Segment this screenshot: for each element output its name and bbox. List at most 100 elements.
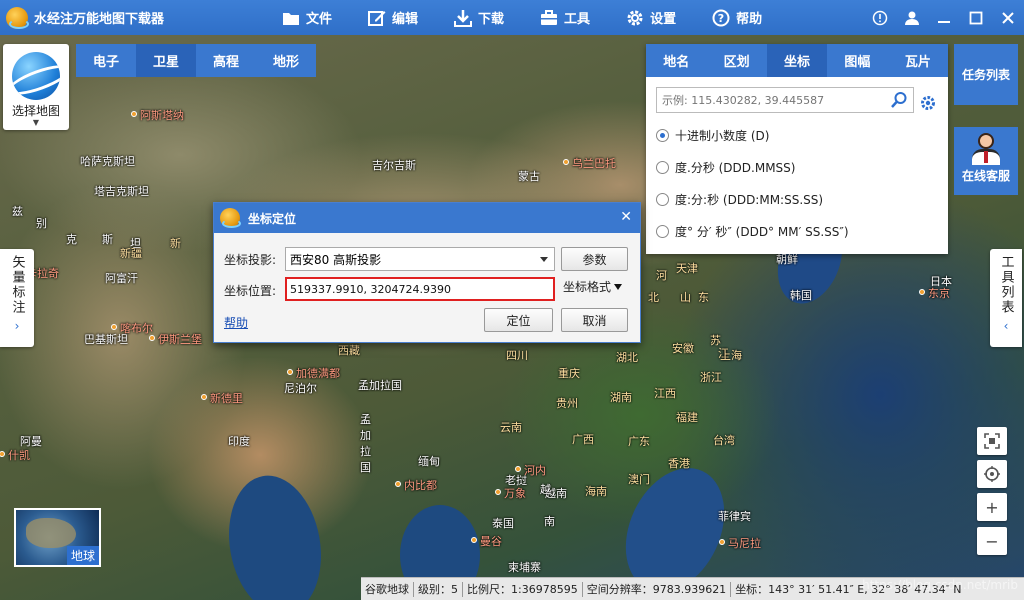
map-label: 克 bbox=[66, 233, 77, 246]
search-panel-tabs: 地名 区划 坐标 图幅 瓦片 bbox=[646, 44, 948, 77]
city-marker-icon bbox=[471, 537, 477, 543]
map-label: 香港 bbox=[668, 457, 690, 470]
globe-label: 地球 bbox=[66, 546, 99, 565]
map-label: 菲律宾 bbox=[718, 510, 751, 523]
chevron-down-icon bbox=[540, 257, 548, 262]
coordinate-format-options: 十进制小数度 (D) 度.分秒 (DDD.MMSS) 度:分:秒 (DDD:MM… bbox=[646, 119, 948, 247]
chevron-left-icon: ‹ bbox=[1003, 319, 1009, 333]
format-option-decimal[interactable]: 十进制小数度 (D) bbox=[656, 119, 948, 151]
info-icon[interactable] bbox=[864, 0, 896, 35]
tab-terrain[interactable]: 地形 bbox=[256, 44, 316, 77]
radio-button[interactable] bbox=[656, 160, 669, 174]
menu-download[interactable]: 下载 bbox=[454, 8, 504, 27]
select-map-button[interactable]: 选择地图 ▼ bbox=[3, 44, 69, 130]
fullscreen-button[interactable] bbox=[977, 427, 1007, 455]
menu-file[interactable]: 文件 bbox=[282, 8, 332, 27]
maximize-icon[interactable] bbox=[960, 0, 992, 35]
cancel-button[interactable]: 取消 bbox=[561, 308, 628, 332]
tool-list-text: 工具列表 bbox=[998, 255, 1014, 315]
menu-settings-label: 设置 bbox=[650, 12, 677, 27]
city-marker-icon bbox=[719, 539, 725, 545]
coordinate-format-dropdown[interactable]: 坐标格式 bbox=[563, 278, 623, 295]
format-option-ddd-mm-ss[interactable]: 度:分:秒 (DDD:MM:SS.SS) bbox=[656, 183, 948, 215]
svg-text:?: ? bbox=[718, 12, 724, 25]
tool-list-panel-toggle[interactable]: 工具列表 ‹ bbox=[990, 249, 1022, 347]
map-label: 柬埔寨 bbox=[508, 561, 541, 574]
locate-button[interactable] bbox=[977, 460, 1007, 488]
map-label: 海南 bbox=[585, 485, 607, 498]
close-icon[interactable]: ✕ bbox=[620, 209, 632, 225]
help-icon: ? bbox=[712, 9, 730, 27]
map-label: 苏 bbox=[710, 334, 721, 347]
tab-map-sheet[interactable]: 图幅 bbox=[827, 44, 887, 77]
map-type-tabs: 电子 卫星 高程 地形 bbox=[76, 44, 316, 77]
minimize-icon[interactable] bbox=[928, 0, 960, 35]
window-controls bbox=[864, 0, 1024, 35]
map-label: 广东 bbox=[628, 435, 650, 448]
select-map-label: 选择地图 bbox=[11, 104, 60, 118]
radio-button[interactable] bbox=[656, 224, 669, 238]
radio-button[interactable] bbox=[656, 192, 669, 206]
user-icon[interactable] bbox=[896, 0, 928, 35]
zoom-out-button[interactable]: − bbox=[977, 527, 1007, 555]
format-option-label: 度.分秒 (DDD.MMSS) bbox=[675, 160, 796, 175]
tab-place-name[interactable]: 地名 bbox=[646, 44, 706, 77]
globe-switch-button[interactable]: 地球 bbox=[14, 508, 101, 567]
menu-tools[interactable]: 工具 bbox=[540, 8, 590, 27]
city-marker-icon bbox=[111, 324, 117, 330]
online-service-button[interactable]: 在线客服 bbox=[954, 127, 1018, 195]
map-label: 北 bbox=[648, 291, 659, 304]
menu-help[interactable]: ? 帮助 bbox=[712, 8, 762, 27]
tab-division[interactable]: 区划 bbox=[706, 44, 766, 77]
format-option-ddd-mmss[interactable]: 度.分秒 (DDD.MMSS) bbox=[656, 151, 948, 183]
map-label: 内比都 bbox=[404, 479, 437, 492]
vector-label-panel-toggle[interactable]: 矢量标注 › bbox=[0, 249, 34, 347]
watermark: https://blog.csdn.net/mrib bbox=[862, 578, 1018, 592]
city-marker-icon bbox=[131, 111, 137, 117]
task-list-button[interactable]: 任务列表 bbox=[954, 44, 1018, 105]
map-label: 西藏 bbox=[338, 344, 360, 357]
projection-select[interactable]: 西安80 高斯投影 bbox=[285, 247, 555, 271]
params-button[interactable]: 参数 bbox=[561, 247, 628, 271]
map-label: 新德里 bbox=[210, 392, 243, 405]
status-scale: 比例尺：1:36978595 bbox=[463, 581, 583, 597]
map-label: 尼泊尔 bbox=[284, 382, 317, 395]
projection-label: 坐标投影: bbox=[224, 253, 277, 267]
coordinate-search-box bbox=[656, 87, 914, 113]
map-label: 新 bbox=[170, 237, 181, 250]
zoom-in-button[interactable]: + bbox=[977, 493, 1007, 521]
menu-edit[interactable]: 编辑 bbox=[368, 8, 418, 27]
locate-button[interactable]: 定位 bbox=[484, 308, 553, 332]
close-icon[interactable] bbox=[992, 0, 1024, 35]
map-label: 曼谷 bbox=[480, 535, 502, 548]
tab-elevation[interactable]: 高程 bbox=[196, 44, 256, 77]
city-marker-icon bbox=[395, 481, 401, 487]
search-icon[interactable] bbox=[890, 91, 908, 112]
map-label: 东京 bbox=[928, 287, 950, 300]
app-logo-icon bbox=[220, 208, 241, 228]
app-logo-icon bbox=[6, 6, 29, 29]
map-label: 阿富汗 bbox=[105, 272, 138, 285]
map-label: 江西 bbox=[654, 387, 676, 400]
map-label: 喀布尔 bbox=[120, 322, 153, 335]
dialog-title: 坐标定位 bbox=[248, 211, 297, 226]
menu-settings[interactable]: 设置 bbox=[626, 8, 676, 27]
map-label: 贵州 bbox=[556, 397, 578, 410]
map-label: 阿曼 bbox=[20, 435, 42, 448]
city-marker-icon bbox=[563, 159, 569, 165]
map-label: 塔吉克斯坦 bbox=[94, 185, 149, 198]
settings-gear-icon[interactable] bbox=[920, 95, 936, 114]
projection-row: 坐标投影: bbox=[224, 251, 276, 268]
radio-button[interactable] bbox=[656, 128, 669, 142]
tab-satellite[interactable]: 卫星 bbox=[136, 44, 196, 77]
tab-electronic[interactable]: 电子 bbox=[76, 44, 136, 77]
tab-coordinate[interactable]: 坐标 bbox=[766, 44, 828, 77]
coordinate-position-input[interactable] bbox=[285, 277, 555, 301]
format-option-dms-symbols[interactable]: 度° 分′ 秒″ (DDD° MM′ SS.SS″) bbox=[656, 215, 948, 247]
tab-tile[interactable]: 瓦片 bbox=[888, 44, 948, 77]
city-marker-icon bbox=[515, 466, 521, 472]
coordinate-search-input[interactable] bbox=[657, 89, 885, 111]
arabian-sea bbox=[218, 468, 332, 600]
help-link[interactable]: 帮助 bbox=[224, 314, 248, 331]
map-label: 国 bbox=[360, 461, 371, 474]
